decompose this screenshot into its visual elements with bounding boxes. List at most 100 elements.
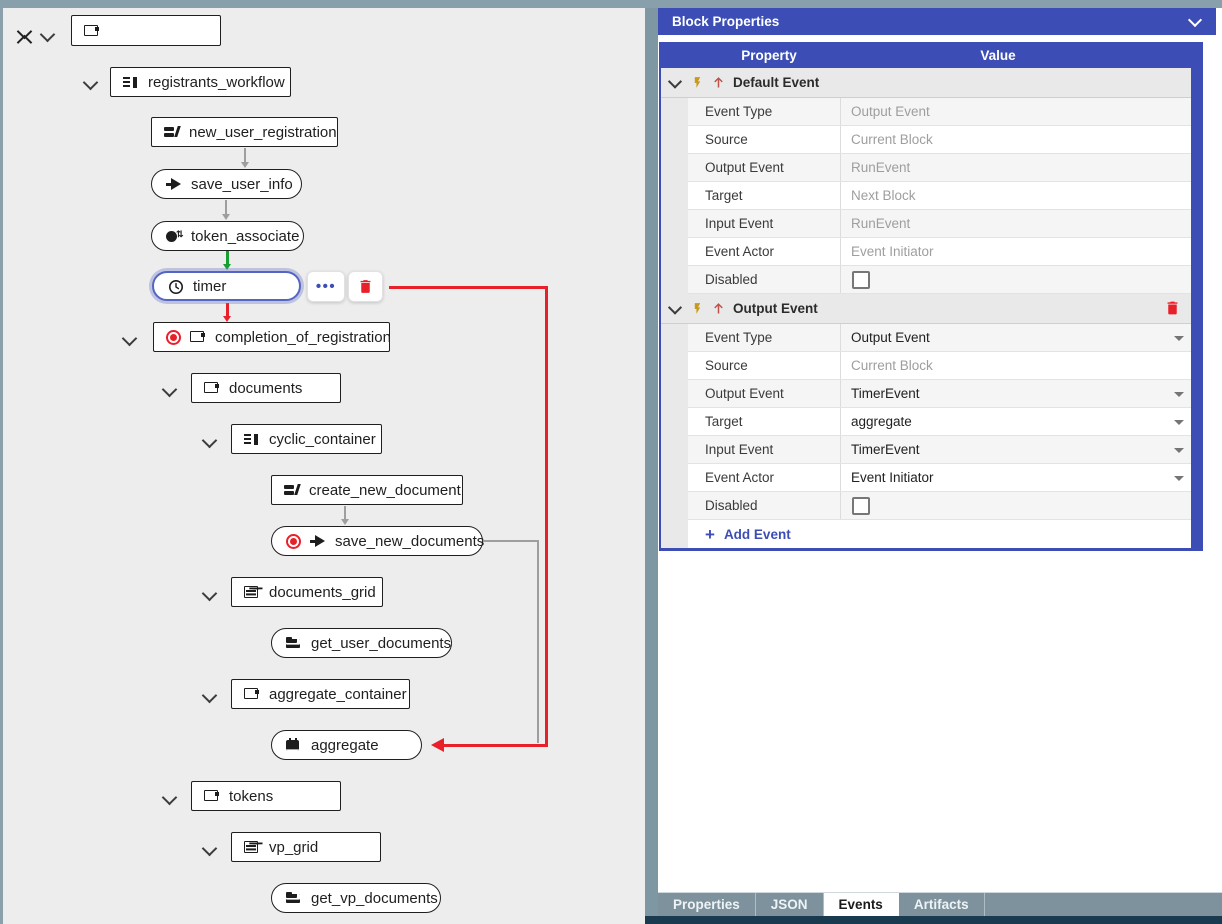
property-value-dropdown[interactable]: aggregate [841, 408, 1191, 435]
node-completion-of-registration[interactable]: completion_of_registration [153, 322, 390, 352]
section-default-event[interactable]: Default Event [661, 68, 1203, 98]
block-properties-panel: Block Properties Property Value Default … [658, 8, 1222, 916]
node-label: registrants_workflow [148, 74, 285, 91]
node-get-vp-documents[interactable]: get_vp_documents [271, 883, 441, 913]
form-icon [284, 483, 300, 497]
token-icon [166, 229, 182, 243]
tab-properties[interactable]: Properties [658, 893, 756, 916]
node-save-new-documents[interactable]: save_new_documents [271, 526, 483, 556]
bottom-status-bar [645, 916, 1222, 924]
node-label: save_new_documents [335, 533, 484, 550]
chevron-down-icon[interactable] [40, 27, 56, 43]
tab-json[interactable]: JSON [756, 893, 824, 916]
property-value-dropdown[interactable]: Output Event [841, 324, 1191, 351]
node-vp-grid[interactable]: vp_grid [231, 832, 381, 862]
collapse-all-icon[interactable] [17, 28, 33, 48]
property-value: Current Block [841, 126, 1191, 153]
property-label: Disabled [688, 266, 841, 293]
workflow-canvas[interactable]: registrants_workflow new_user_registrati… [3, 8, 645, 924]
delete-event-button[interactable] [1164, 299, 1181, 320]
property-label: Disabled [688, 492, 841, 519]
node-get-user-documents[interactable]: get_user_documents [271, 628, 452, 658]
add-event-button[interactable]: Add Event [688, 520, 1203, 548]
chevron-down-icon [1174, 420, 1184, 425]
chevron-down-icon[interactable] [202, 688, 218, 704]
radio-icon [286, 534, 301, 549]
add-event-label: Add Event [724, 527, 791, 542]
chevron-down-icon[interactable] [202, 586, 218, 602]
node-cyclic-container[interactable]: cyclic_container [231, 424, 382, 454]
disabled-checkbox[interactable] [852, 271, 870, 289]
node-save-user-info[interactable]: save_user_info [151, 169, 302, 199]
node-tokens[interactable]: tokens [191, 781, 341, 811]
chevron-down-icon[interactable] [162, 382, 178, 398]
chevron-down-icon[interactable] [202, 433, 218, 449]
plus-icon [705, 526, 715, 543]
property-value-dropdown[interactable]: Event Initiator [841, 464, 1191, 491]
node-documents[interactable]: documents [191, 373, 341, 403]
node-label: completion_of_registration [215, 329, 391, 346]
property-value-dropdown[interactable]: TimerEvent [841, 436, 1191, 463]
chevron-down-icon[interactable] [162, 790, 178, 806]
property-value: Event Initiator [841, 238, 1191, 265]
folder-icon [286, 636, 302, 650]
section-output-event[interactable]: Output Event [661, 294, 1203, 324]
trash-icon [1164, 299, 1181, 317]
workflow-icon [244, 432, 260, 446]
table-scrollbar[interactable] [1191, 42, 1203, 548]
property-row: Source Current Block [688, 126, 1191, 154]
chevron-down-icon [1174, 392, 1184, 397]
column-value: Value [877, 48, 1119, 63]
connector-gray-horizontal [483, 540, 539, 542]
property-row: Event Actor Event Initiator [688, 464, 1191, 492]
workflow-icon [123, 75, 139, 89]
property-row: Event Type Output Event [688, 324, 1191, 352]
node-root[interactable] [71, 15, 221, 46]
chevron-down-icon[interactable] [122, 331, 138, 347]
radio-icon [166, 330, 181, 345]
chevron-down-icon[interactable] [1188, 13, 1202, 27]
property-label: Event Type [688, 98, 841, 125]
chevron-down-icon[interactable] [668, 74, 682, 88]
chevron-down-icon[interactable] [83, 75, 99, 91]
disabled-checkbox[interactable] [852, 497, 870, 515]
frame-icon [204, 381, 220, 395]
property-label: Output Event [688, 154, 841, 181]
tab-events[interactable]: Events [824, 893, 899, 916]
node-timer[interactable]: timer [152, 271, 301, 301]
property-value: Output Event [841, 98, 1191, 125]
window-top-border [0, 0, 1222, 8]
node-documents-grid[interactable]: documents_grid [231, 577, 383, 607]
flow-arrow-gray [241, 148, 249, 168]
node-token-associate[interactable]: token_associate [151, 221, 304, 251]
dropdown-value: TimerEvent [851, 386, 920, 401]
node-registrants-workflow[interactable]: registrants_workflow [110, 67, 291, 97]
node-label: get_vp_documents [311, 890, 438, 907]
property-label: Event Type [688, 324, 841, 351]
node-label: create_new_document [309, 482, 461, 499]
node-create-new-document[interactable]: create_new_document [271, 475, 463, 505]
property-label: Source [688, 352, 841, 379]
node-aggregate[interactable]: aggregate [271, 730, 422, 760]
node-new-user-registration[interactable]: new_user_registration [151, 117, 338, 147]
flow-arrow-gray [222, 200, 230, 220]
chevron-down-icon[interactable] [202, 841, 218, 857]
panel-resizer[interactable] [645, 8, 658, 916]
node-label: get_user_documents [311, 635, 451, 652]
tab-artifacts[interactable]: Artifacts [899, 893, 985, 916]
chevron-down-icon [1174, 336, 1184, 341]
property-row: Disabled [688, 492, 1191, 520]
delete-node-button[interactable] [348, 271, 383, 302]
chevron-down-icon [1174, 448, 1184, 453]
property-value: RunEvent [841, 210, 1191, 237]
chevron-down-icon[interactable] [668, 300, 682, 314]
node-aggregate-container[interactable]: aggregate_container [231, 679, 410, 709]
connector-red-horizontal-top [389, 286, 548, 289]
property-label: Event Actor [688, 464, 841, 491]
panel-header[interactable]: Block Properties [658, 8, 1216, 35]
property-row: Event Type Output Event [688, 98, 1191, 126]
trash-icon [357, 278, 374, 295]
property-value-dropdown[interactable]: TimerEvent [841, 380, 1191, 407]
more-options-button[interactable] [307, 271, 345, 302]
dropdown-value: TimerEvent [851, 442, 920, 457]
